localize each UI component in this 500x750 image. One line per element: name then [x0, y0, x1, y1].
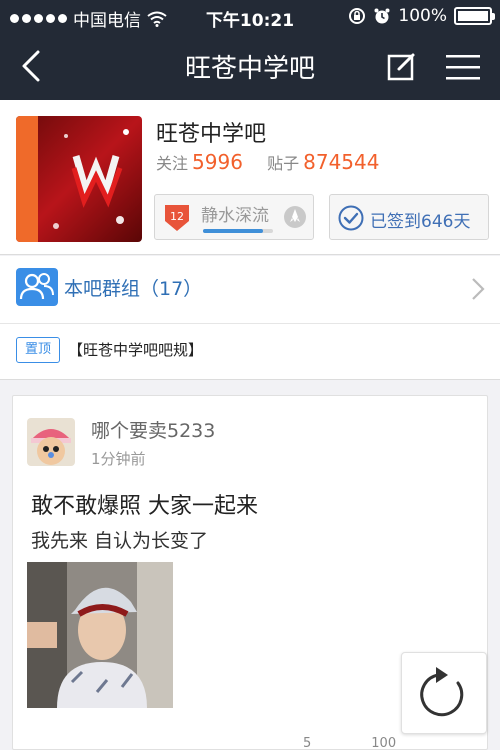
- top-bar: 中国电信 下午10:21 100% 旺苍中学吧: [0, 0, 500, 100]
- selfie-image: [27, 562, 173, 708]
- forum-avatar[interactable]: [16, 116, 142, 242]
- rotation-lock-icon: [349, 8, 366, 24]
- group-section: 本吧群组（17） 置顶 【旺苍中学吧吧规】: [0, 256, 500, 380]
- post-body: 我先来 自认为长变了: [31, 530, 209, 552]
- post-footer: 5 100: [303, 736, 396, 750]
- post-time: 1分钟前: [91, 450, 146, 468]
- author-avatar-image: [27, 418, 75, 466]
- follow-label: 关注: [156, 154, 189, 173]
- post-author-avatar[interactable]: [27, 418, 75, 466]
- signed-in-button[interactable]: 已签到646天: [329, 194, 489, 240]
- sticky-post-row[interactable]: 置顶 【旺苍中学吧吧规】: [0, 324, 500, 380]
- sticky-tag: 置顶: [16, 337, 60, 363]
- status-bar: 中国电信 下午10:21 100%: [0, 0, 500, 34]
- forum-group-row[interactable]: 本吧群组（17）: [0, 256, 500, 324]
- forum-header: 旺苍中学吧 关注 5996 贴子 874544 12 静水深流 已签到646天: [0, 100, 500, 255]
- refresh-button[interactable]: [401, 652, 487, 734]
- member-level-button[interactable]: 12 静水深流: [154, 194, 314, 240]
- level-badge-icon: 12: [165, 205, 189, 231]
- battery-icon: [454, 7, 495, 25]
- chevron-right-icon: [472, 278, 485, 300]
- forum-name: 旺苍中学吧: [156, 122, 267, 147]
- forum-logo-image: [16, 116, 142, 242]
- sticky-title: 【旺苍中学吧吧规】: [68, 341, 204, 359]
- post-author[interactable]: 哪个要卖5233: [91, 416, 215, 443]
- posts-count: 874544: [303, 150, 380, 174]
- nav-bar: 旺苍中学吧: [0, 34, 500, 100]
- post-image[interactable]: [27, 562, 173, 708]
- signed-days-text: 已签到646天: [370, 212, 471, 232]
- rocket-icon: [284, 206, 306, 228]
- level-number: 12: [170, 210, 184, 223]
- group-label: 本吧群组（17）: [64, 278, 203, 300]
- page-title: 旺苍中学吧: [184, 54, 315, 84]
- menu-icon[interactable]: [446, 54, 480, 80]
- forum-stats: 关注 5996 贴子 874544: [156, 150, 379, 174]
- group-icon: [16, 268, 58, 306]
- alarm-icon: [374, 8, 390, 24]
- compose-icon[interactable]: [386, 50, 418, 82]
- like-count[interactable]: 5: [303, 736, 311, 750]
- follow-count: 5996: [192, 150, 243, 174]
- battery-percent: 100%: [398, 6, 447, 26]
- refresh-icon: [420, 667, 464, 717]
- post-title: 敢不敢爆照 大家一起来: [31, 494, 258, 519]
- level-name: 静水深流: [201, 206, 269, 226]
- posts-label: 贴子: [267, 154, 300, 173]
- level-progress-bar: [203, 229, 273, 233]
- comment-count[interactable]: 100: [371, 736, 396, 750]
- status-right: 100%: [348, 6, 495, 26]
- check-circle-icon: [338, 205, 364, 231]
